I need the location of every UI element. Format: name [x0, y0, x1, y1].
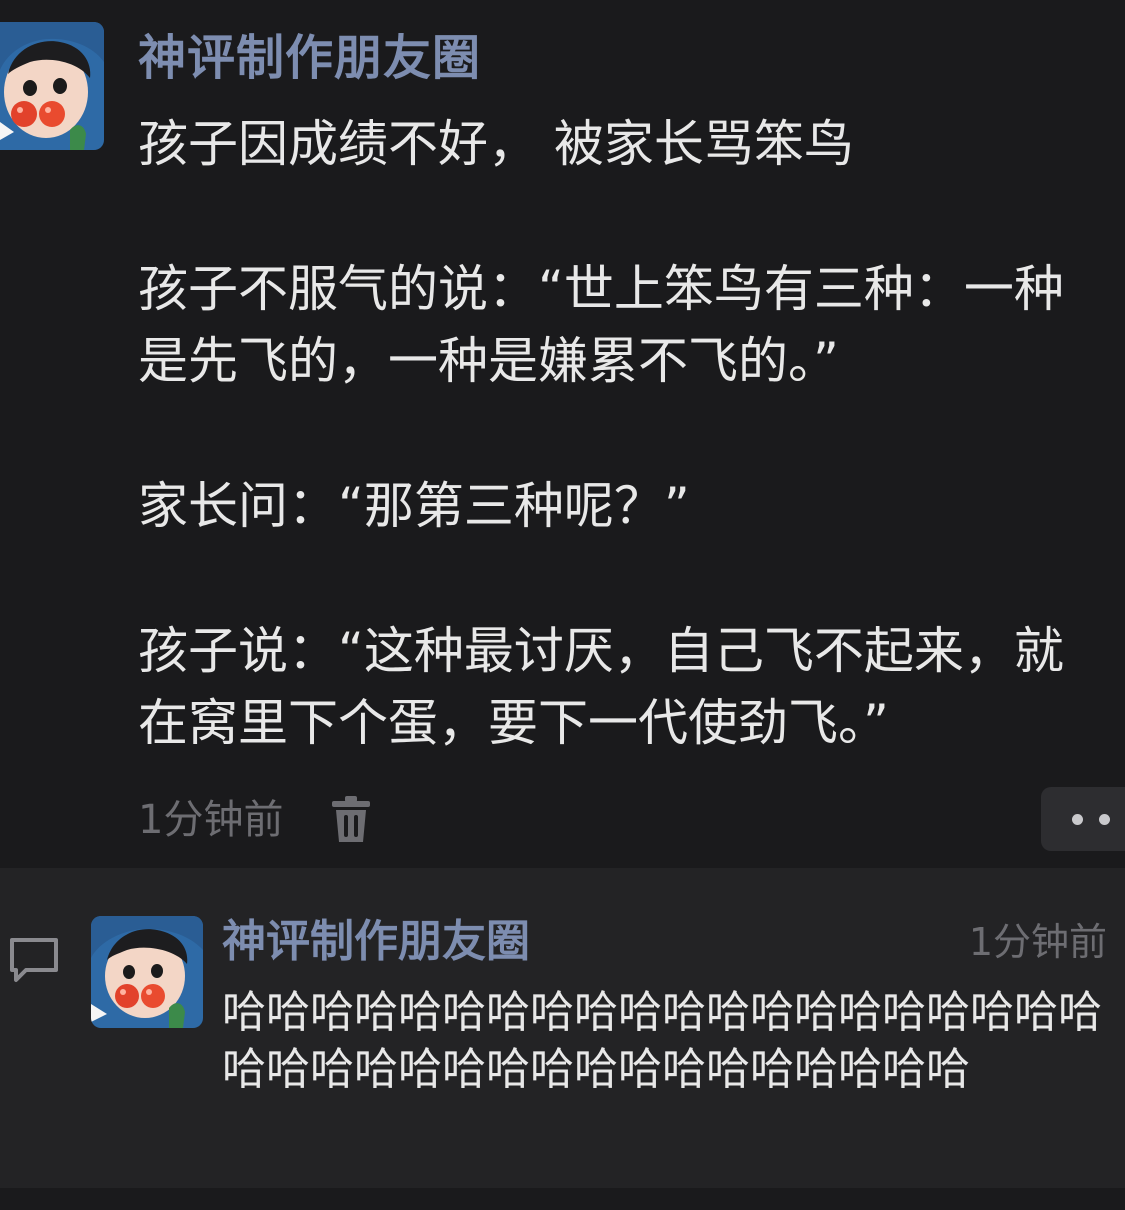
post-content: 孩子因成绩不好， 被家长骂笨鸟 孩子不服气的说：“世上笨鸟有三种：一种是先飞的，… [138, 108, 1113, 759]
comment-timestamp: 1分钟前 [968, 920, 1107, 964]
trash-icon[interactable] [330, 796, 372, 844]
commenter-name[interactable]: 神评制作朋友圈 [222, 912, 530, 972]
post-paragraph: 孩子不服气的说：“世上笨鸟有三种：一种是先飞的，一种是嫌累不飞的。” [138, 260, 1064, 390]
dot [1072, 814, 1083, 825]
comment-bubble-icon [8, 936, 60, 984]
post-paragraph: 孩子因成绩不好， 被家长骂笨鸟 [138, 115, 854, 173]
comment-text: 哈哈哈哈哈哈哈哈哈哈哈哈哈哈哈哈哈哈哈哈哈哈哈哈哈哈哈哈哈哈哈哈哈哈哈哈哈 [222, 987, 1102, 1095]
moments-post: 神评制作朋友圈 孩子因成绩不好， 被家长骂笨鸟 孩子不服气的说：“世上笨鸟有三种… [0, 0, 1125, 868]
avatar-image [91, 916, 203, 1028]
avatar-image [0, 22, 104, 150]
dot [1099, 814, 1110, 825]
post-timestamp: 1分钟前 [138, 797, 284, 843]
post-paragraph: 家长问：“那第三种呢？” [138, 477, 690, 535]
author-avatar[interactable] [0, 22, 104, 150]
post-paragraph: 孩子说：“这种最讨厌，自己飞不起来，就在窝里下个蛋，要下一代使劲飞。” [138, 622, 1064, 752]
more-dots-icon[interactable] [1041, 787, 1125, 851]
comment-section: 神评制作朋友圈 1分钟前 哈哈哈哈哈哈哈哈哈哈哈哈哈哈哈哈哈哈哈哈哈哈哈哈哈哈哈… [0, 868, 1125, 1188]
author-name[interactable]: 神评制作朋友圈 [138, 26, 481, 90]
commenter-avatar[interactable] [91, 916, 203, 1028]
